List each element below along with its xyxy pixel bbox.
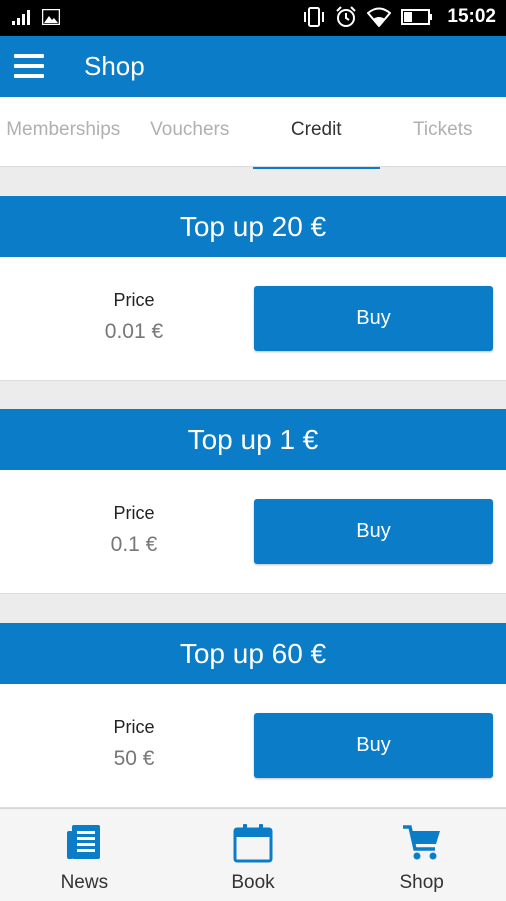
price-label: Price: [0, 290, 268, 311]
battery-icon: [401, 9, 433, 25]
alarm-icon: [335, 6, 357, 28]
tab-bar: Memberships Vouchers Credit Tickets: [0, 97, 506, 166]
hamburger-menu-icon[interactable]: [14, 54, 44, 78]
product-card: Top up 1 € Price 0.1 € Buy: [0, 409, 506, 593]
vibrate-icon: [303, 7, 325, 27]
image-icon: [42, 9, 60, 25]
status-time: 15:02: [447, 6, 496, 28]
tab-divider: [0, 166, 506, 167]
bottom-navigation: News Book Shop: [0, 808, 506, 901]
cart-icon: [402, 823, 442, 863]
product-body: Price 50 € Buy: [0, 684, 506, 808]
buy-button[interactable]: Buy: [254, 499, 493, 564]
tab-memberships[interactable]: Memberships: [0, 97, 127, 166]
nav-item-news[interactable]: News: [0, 809, 169, 901]
price-value: 0.01 €: [0, 320, 268, 344]
signal-icon: [12, 9, 34, 25]
product-title: Top up 1 €: [0, 409, 506, 470]
tab-tickets[interactable]: Tickets: [380, 97, 506, 166]
status-bar: 15:02: [0, 0, 506, 36]
calendar-icon: [233, 823, 273, 863]
product-title: Top up 60 €: [0, 623, 506, 684]
page-title: Shop: [84, 51, 145, 82]
nav-label: News: [0, 872, 169, 894]
news-icon: [66, 823, 102, 861]
product-body: Price 0.1 € Buy: [0, 470, 506, 594]
nav-item-shop[interactable]: Shop: [337, 809, 506, 901]
app-bar: Shop: [0, 36, 506, 97]
product-card: Top up 60 € Price 50 € Buy: [0, 623, 506, 807]
tab-vouchers[interactable]: Vouchers: [127, 97, 254, 166]
price-label: Price: [0, 503, 268, 524]
tab-credit[interactable]: Credit: [253, 97, 380, 166]
price-label: Price: [0, 717, 268, 738]
wifi-icon: [367, 7, 391, 27]
price-value: 0.1 €: [0, 533, 268, 557]
product-title: Top up 20 €: [0, 196, 506, 257]
nav-item-book[interactable]: Book: [169, 809, 338, 901]
buy-button[interactable]: Buy: [254, 286, 493, 351]
product-card: Top up 20 € Price 0.01 € Buy: [0, 196, 506, 380]
product-body: Price 0.01 € Buy: [0, 257, 506, 381]
price-value: 50 €: [0, 747, 268, 771]
buy-button[interactable]: Buy: [254, 713, 493, 778]
nav-label: Shop: [337, 872, 506, 894]
nav-label: Book: [169, 872, 338, 894]
